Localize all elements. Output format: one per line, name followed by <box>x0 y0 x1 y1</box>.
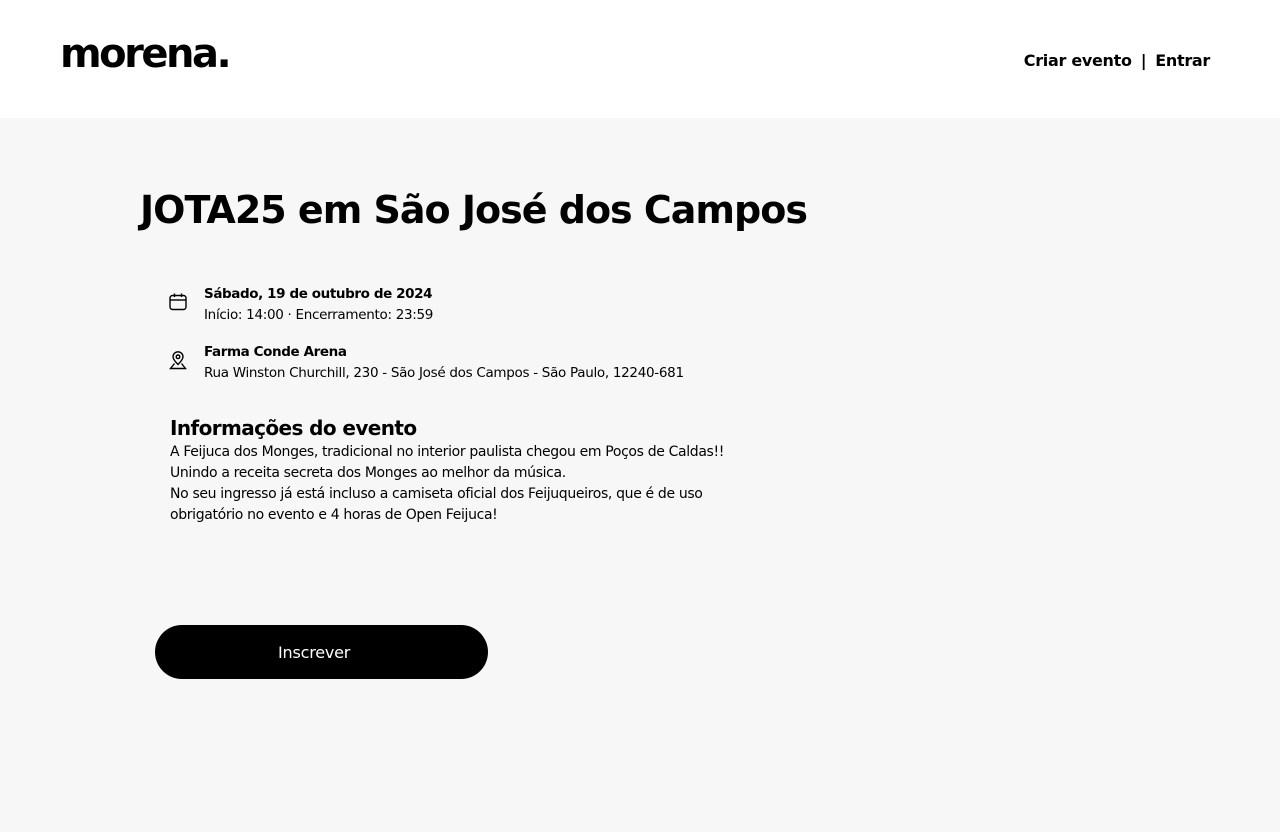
map-pin-icon <box>169 351 187 370</box>
login-link[interactable]: Entrar <box>1155 50 1210 72</box>
event-date-row: Sábado, 19 de outubro de 2024 Início: 14… <box>169 284 433 326</box>
event-info-line: No seu ingresso já está incluso a camise… <box>170 486 703 523</box>
event-location-text: Farma Conde Arena Rua Winston Churchill,… <box>204 342 684 384</box>
event-time: Início: 14:00 · Encerramento: 23:59 <box>204 307 434 323</box>
event-info-section: Informações do evento A Feijuca dos Mong… <box>170 414 730 526</box>
create-event-link[interactable]: Criar evento <box>1024 50 1132 72</box>
event-title: JOTA25 em São José dos Campos <box>140 188 808 232</box>
nav-separator: | <box>1140 51 1147 70</box>
calendar-icon <box>169 293 187 311</box>
logo[interactable]: morena. <box>60 30 232 78</box>
event-address: Rua Winston Churchill, 230 - São José do… <box>204 365 684 381</box>
event-date-text: Sábado, 19 de outubro de 2024 Início: 14… <box>204 284 433 326</box>
event-location-row: Farma Conde Arena Rua Winston Churchill,… <box>169 342 684 384</box>
event-page: JOTA25 em São José dos Campos Sábado, 19… <box>0 118 1280 832</box>
site-header: morena. Criar evento | Entrar <box>0 0 1280 118</box>
event-date: Sábado, 19 de outubro de 2024 <box>204 286 433 302</box>
top-nav: Criar evento | Entrar <box>1024 50 1211 72</box>
register-button[interactable]: Inscrever <box>155 625 488 679</box>
event-info-line: Unindo a receita secreta dos Monges ao m… <box>170 465 566 481</box>
event-info-line: A Feijuca dos Monges, tradicional no int… <box>170 444 725 460</box>
event-info-heading: Informações do evento <box>170 416 417 440</box>
event-venue: Farma Conde Arena <box>204 344 347 360</box>
